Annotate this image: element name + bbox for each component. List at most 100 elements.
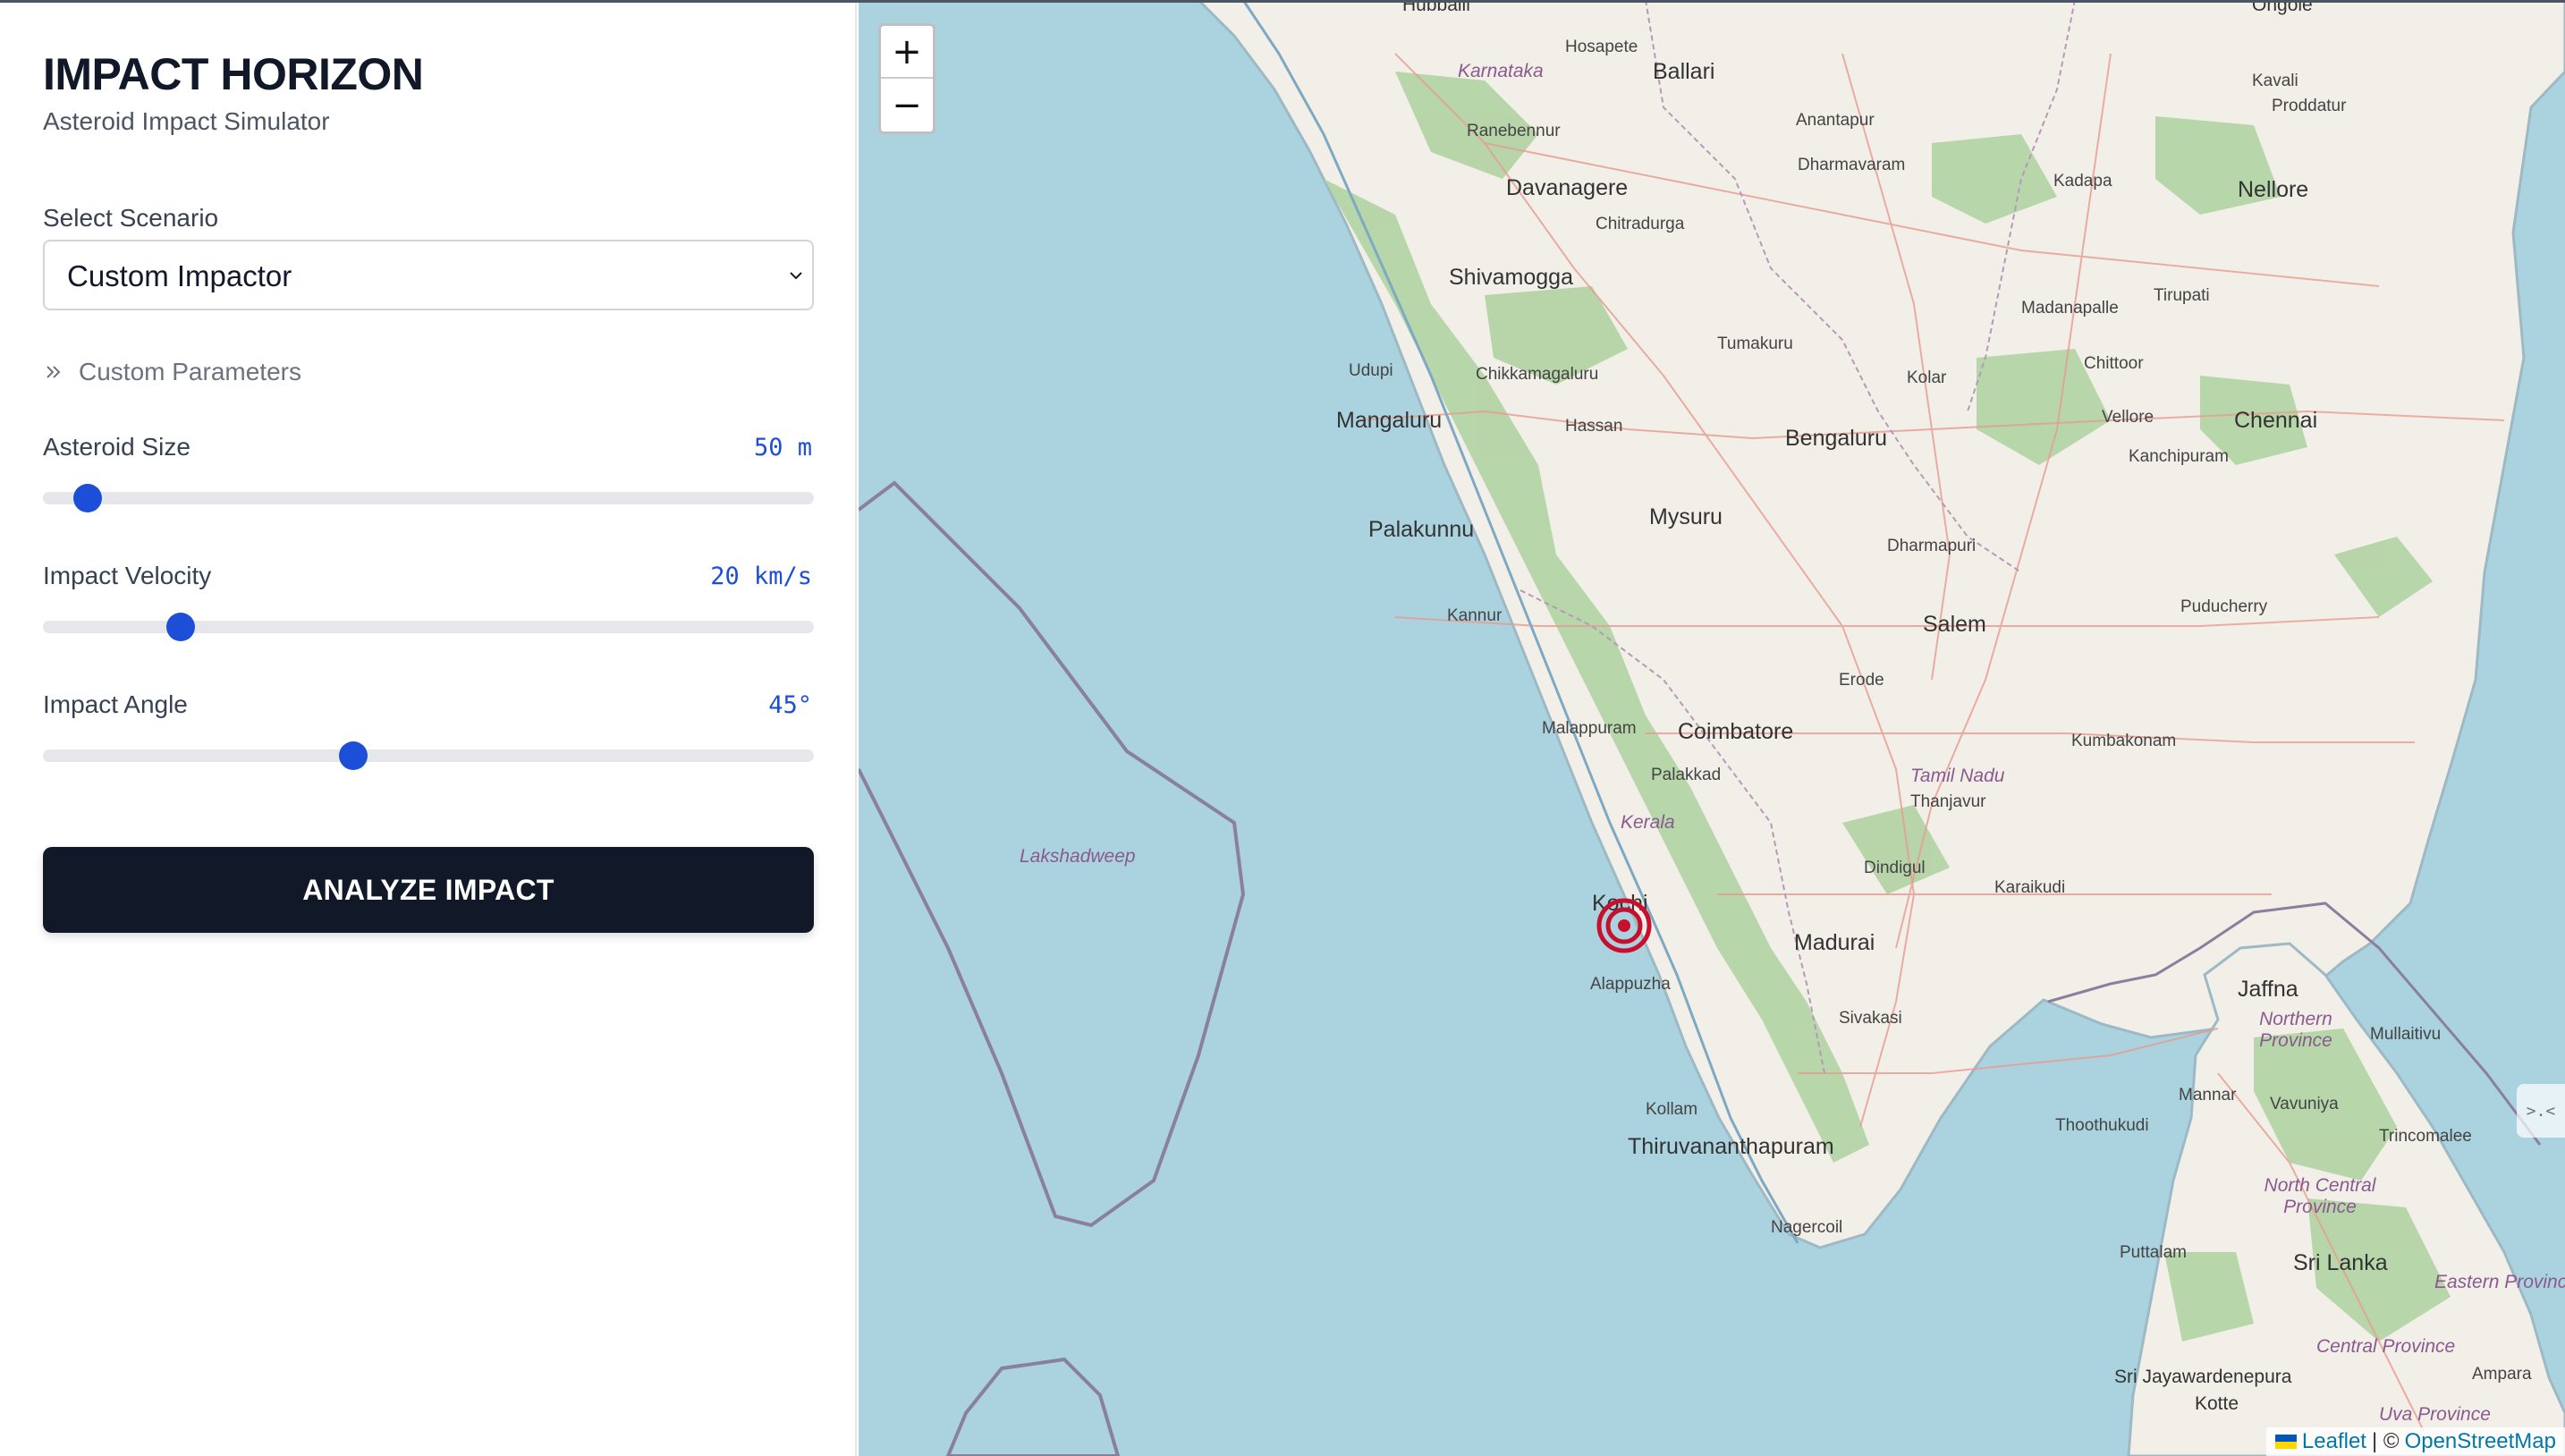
- zoom-control: + −: [878, 23, 935, 134]
- map-label: Tamil Nadu: [1910, 766, 2005, 786]
- map-label: Ballari: [1653, 59, 1715, 84]
- map-label: Palakunnu: [1368, 517, 1475, 542]
- side-panel-tab[interactable]: >.<: [2517, 1084, 2565, 1138]
- control-panel: IMPACT HORIZON Asteroid Impact Simulator…: [0, 0, 857, 1456]
- map-label: Karaikudi: [1994, 878, 2066, 897]
- map-label: Mangaluru: [1336, 408, 1443, 433]
- asteroid-size-slider-thumb[interactable]: [72, 484, 102, 512]
- impact-target-marker-icon[interactable]: [1596, 898, 1652, 953]
- map-label: Kumbakonam: [2071, 732, 2177, 750]
- map-label: Chitradurga: [1596, 215, 1685, 233]
- map-label: Thanjavur: [1910, 792, 1986, 811]
- impact-velocity-value: 20 km/s: [710, 563, 812, 590]
- impact-angle-slider[interactable]: [43, 741, 814, 770]
- map-label: Vellore: [2102, 408, 2154, 427]
- map-label: Sri Jayawardenepura: [2114, 1367, 2292, 1387]
- map-label: Dharmapuri: [1887, 537, 1977, 555]
- map-label: Anantapur: [1796, 111, 1875, 130]
- app-subtitle: Asteroid Impact Simulator: [43, 107, 330, 135]
- map-label: Northern Province: [2259, 1009, 2332, 1051]
- map-label: Kerala: [1621, 812, 1675, 833]
- zoom-in-button[interactable]: +: [881, 26, 933, 79]
- map-label: Kavali: [2252, 72, 2298, 90]
- analyze-impact-button[interactable]: ANALYZE IMPACT: [43, 847, 814, 933]
- map-label: Nellore: [2238, 177, 2309, 202]
- scenario-select-value: Custom Impactor: [67, 259, 292, 292]
- map-label: Bengaluru: [1785, 426, 1887, 451]
- window-top-border: [0, 0, 2565, 3]
- map-label: Hassan: [1565, 417, 1623, 436]
- map-label: Mannar: [2179, 1086, 2237, 1105]
- map-view[interactable]: Hubballi Hosapete Ballari Ongole Karnata…: [859, 0, 2565, 1456]
- map-label: Kadapa: [2053, 172, 2112, 190]
- map-label: Kollam: [1646, 1100, 1698, 1119]
- map-label: Coimbatore: [1678, 719, 1794, 744]
- map-label: Central Province: [2316, 1336, 2456, 1357]
- map-label: Puttalam: [2120, 1243, 2187, 1262]
- scenario-select[interactable]: Custom Impactor: [43, 240, 814, 310]
- map-label: Mysuru: [1649, 504, 1723, 529]
- map-label: Thoothukudi: [2055, 1116, 2149, 1135]
- map-label: Sri Lanka: [2293, 1250, 2388, 1275]
- map-label: Uva Province: [2379, 1404, 2491, 1425]
- map-attribution: Leaflet | © OpenStreetMap: [2265, 1427, 2565, 1456]
- map-label: Kanchipuram: [2129, 447, 2229, 466]
- map-label: Dharmavaram: [1798, 156, 1906, 174]
- map-label: Kolar: [1907, 368, 1947, 387]
- zoom-out-button[interactable]: −: [881, 79, 933, 131]
- double-chevron-right-icon: [47, 366, 61, 378]
- map-label: Ranebennur: [1467, 122, 1561, 140]
- attribution-separator: | ©: [2371, 1429, 2400, 1453]
- map-label: Karnataka: [1458, 61, 1544, 81]
- map-label: Tumakuru: [1717, 334, 1793, 353]
- impact-velocity-slider-thumb[interactable]: [166, 613, 196, 641]
- impact-angle-slider-thumb[interactable]: [339, 741, 368, 770]
- map-label: Kotte: [2195, 1393, 2239, 1414]
- map-label: Nagercoil: [1771, 1218, 1843, 1237]
- map-label: Kannur: [1447, 606, 1503, 625]
- impact-angle-label: Impact Angle: [43, 690, 188, 718]
- map-label: Malappuram: [1542, 719, 1637, 738]
- map-label: Shivamogga: [1449, 265, 1573, 290]
- map-label: Eastern Province: [2434, 1272, 2565, 1292]
- app-title: IMPACT HORIZON: [43, 49, 424, 99]
- impact-velocity-slider[interactable]: [43, 613, 814, 641]
- map-label: Davanagere: [1506, 175, 1629, 200]
- map-label: Salem: [1923, 612, 1986, 637]
- map-label: Puducherry: [2180, 597, 2268, 616]
- maldives-boundary: [945, 1357, 1121, 1456]
- leaflet-link[interactable]: Leaflet: [2302, 1429, 2366, 1454]
- map-label: Hosapete: [1565, 38, 1638, 56]
- chevron-down-icon: [790, 272, 802, 280]
- map-label: Dindigul: [1864, 859, 1926, 877]
- map-label: North Central Province: [2264, 1175, 2376, 1217]
- openstreetmap-link[interactable]: OpenStreetMap: [2405, 1429, 2556, 1454]
- map-label: Udupi: [1349, 361, 1393, 380]
- custom-parameters-label: Custom Parameters: [79, 358, 301, 385]
- map-label: Ampara: [2472, 1365, 2532, 1384]
- map-label: Chittoor: [2084, 354, 2144, 373]
- ukraine-flag-icon: [2274, 1435, 2297, 1449]
- map-label: Mullaitivu: [2370, 1025, 2442, 1044]
- map-label: Chikkamagaluru: [1476, 365, 1599, 384]
- map-label: Jaffna: [2238, 977, 2298, 1002]
- map-label: Tirupati: [2154, 286, 2210, 305]
- map-label: Trincomalee: [2379, 1127, 2472, 1146]
- impact-angle-value: 45°: [768, 691, 812, 719]
- map-label: Proddatur: [2272, 97, 2347, 115]
- map-label: Chennai: [2234, 408, 2318, 433]
- impact-velocity-label: Impact Velocity: [43, 562, 212, 589]
- map-label: Thiruvananthapuram: [1628, 1134, 1834, 1159]
- map-label: Vavuniya: [2270, 1095, 2339, 1113]
- map-label: Erode: [1839, 671, 1884, 690]
- map-label: Lakshadweep: [1020, 846, 1136, 867]
- map-label: Madurai: [1794, 930, 1875, 955]
- custom-parameters-toggle[interactable]: Custom Parameters: [43, 354, 301, 390]
- asteroid-size-slider[interactable]: [43, 484, 814, 512]
- map-label: Alappuzha: [1590, 975, 1671, 994]
- asteroid-size-label: Asteroid Size: [43, 433, 190, 461]
- map-label: Madanapalle: [2021, 299, 2119, 317]
- asteroid-size-value: 50 m: [753, 434, 812, 461]
- map-label: Palakkad: [1651, 766, 1722, 784]
- scenario-label: Select Scenario: [43, 204, 219, 232]
